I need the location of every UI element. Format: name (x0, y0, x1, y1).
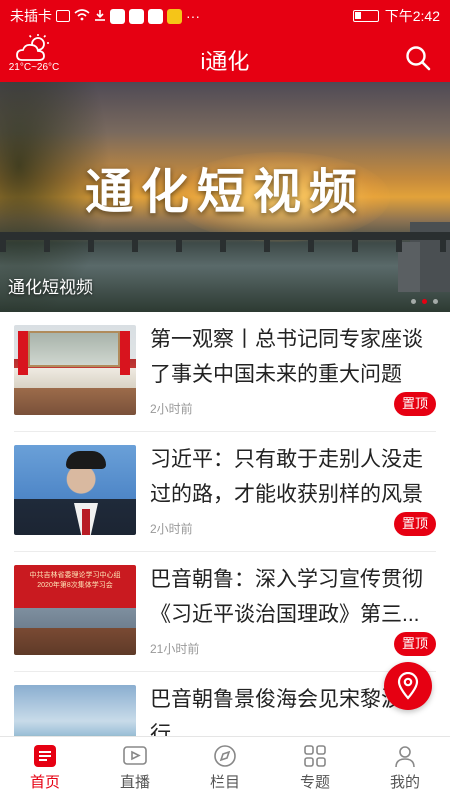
notification-app-icon (110, 8, 125, 24)
news-item[interactable]: 第一观察丨总书记同专家座谈了事关中国未来的重大问题 2小时前 置顶 (14, 312, 436, 432)
carousel-dot-active[interactable] (422, 299, 427, 304)
pinned-badge: 置顶 (393, 512, 436, 536)
tab-profile[interactable]: 我的 (360, 737, 450, 800)
portrait-hair (66, 451, 106, 469)
tab-live[interactable]: 直播 (90, 737, 180, 800)
news-title: 第一观察丨总书记同专家座谈了事关中国未来的重大问题 (150, 328, 423, 386)
news-item[interactable]: 习近平：只有敢于走别人没走过的路，才能收获别样的风景 2小时前 置顶 (14, 432, 436, 552)
pinned-badge: 置顶 (393, 632, 436, 656)
search-icon (406, 46, 431, 71)
tab-topics[interactable]: 专题 (270, 737, 360, 800)
app-header: 21°C~26°C i通化 (0, 32, 450, 82)
news-thumbnail (14, 325, 136, 415)
red-flag (18, 331, 28, 375)
banner-caption: 通化短视频 (8, 278, 93, 297)
banner-overlay-title: 通化短视频 (84, 166, 365, 219)
more-notifications-text: ··· (186, 8, 200, 24)
thumbnail-banner-text: 中共吉林省委理论学习中心组 2020年第8次集体学习会 (14, 571, 136, 591)
tab-label: 栏目 (209, 774, 240, 791)
location-pin-icon (397, 672, 419, 700)
sim-icon (56, 10, 70, 22)
clock-text: 下午2:42 (384, 8, 440, 24)
red-flag (120, 331, 130, 375)
news-thumbnail (14, 445, 136, 535)
meeting-painting (28, 331, 120, 367)
battery-icon (352, 10, 379, 22)
carousel-indicator (411, 299, 438, 304)
news-time: 2小时前 (150, 522, 193, 536)
user-profile-icon (395, 746, 415, 768)
news-thumbnail: 中共吉林省委理论学习中心组 2020年第8次集体学习会 (14, 565, 136, 655)
thumbnail-banner-line: 中共吉林省委理论学习中心组 (29, 572, 121, 579)
location-fab-button[interactable] (384, 662, 432, 710)
news-title: 习近平：只有敢于走别人没走过的路，才能收获别样的风景 (150, 448, 423, 506)
news-time: 2小时前 (150, 402, 193, 416)
status-bar: 未插卡 ··· 下午2:42 (0, 0, 450, 32)
bottom-tab-bar: 首页 直播 栏目 专题 我的 (0, 736, 450, 800)
bridge-pillars (0, 238, 450, 252)
tab-label: 直播 (119, 774, 150, 791)
tab-label: 专题 (299, 774, 330, 791)
tab-label: 首页 (29, 774, 60, 791)
news-time: 21小时前 (150, 642, 200, 656)
tab-columns[interactable]: 栏目 (180, 737, 270, 800)
download-icon (94, 8, 106, 24)
wifi-icon (74, 8, 90, 24)
home-news-icon (34, 745, 56, 767)
notification-app-icon (129, 8, 144, 24)
tab-home[interactable]: 首页 (0, 737, 90, 800)
pinned-badge: 置顶 (393, 392, 436, 416)
news-item[interactable]: 中共吉林省委理论学习中心组 2020年第8次集体学习会 巴音朝鲁：深入学习宣传贯… (14, 552, 436, 672)
topics-grid-icon (304, 745, 326, 767)
news-title: 巴音朝鲁：深入学习宣传贯彻《习近平谈治国理政》第三... (150, 568, 423, 626)
thumbnail-banner-line: 2020年第8次集体学习会 (37, 582, 113, 589)
app-title: i通化 (200, 49, 250, 74)
notification-app-icon (148, 8, 163, 24)
hero-banner[interactable]: 通化短视频 通化短视频 (0, 82, 450, 312)
carousel-dot[interactable] (433, 299, 438, 304)
notification-app-icon (167, 8, 182, 24)
columns-compass-icon (214, 745, 236, 767)
tab-label: 我的 (389, 774, 420, 791)
live-video-icon (123, 746, 147, 765)
carousel-dot[interactable] (411, 299, 416, 304)
carrier-text: 未插卡 (10, 8, 52, 24)
portrait-tie (82, 509, 90, 535)
search-button[interactable] (404, 44, 432, 72)
